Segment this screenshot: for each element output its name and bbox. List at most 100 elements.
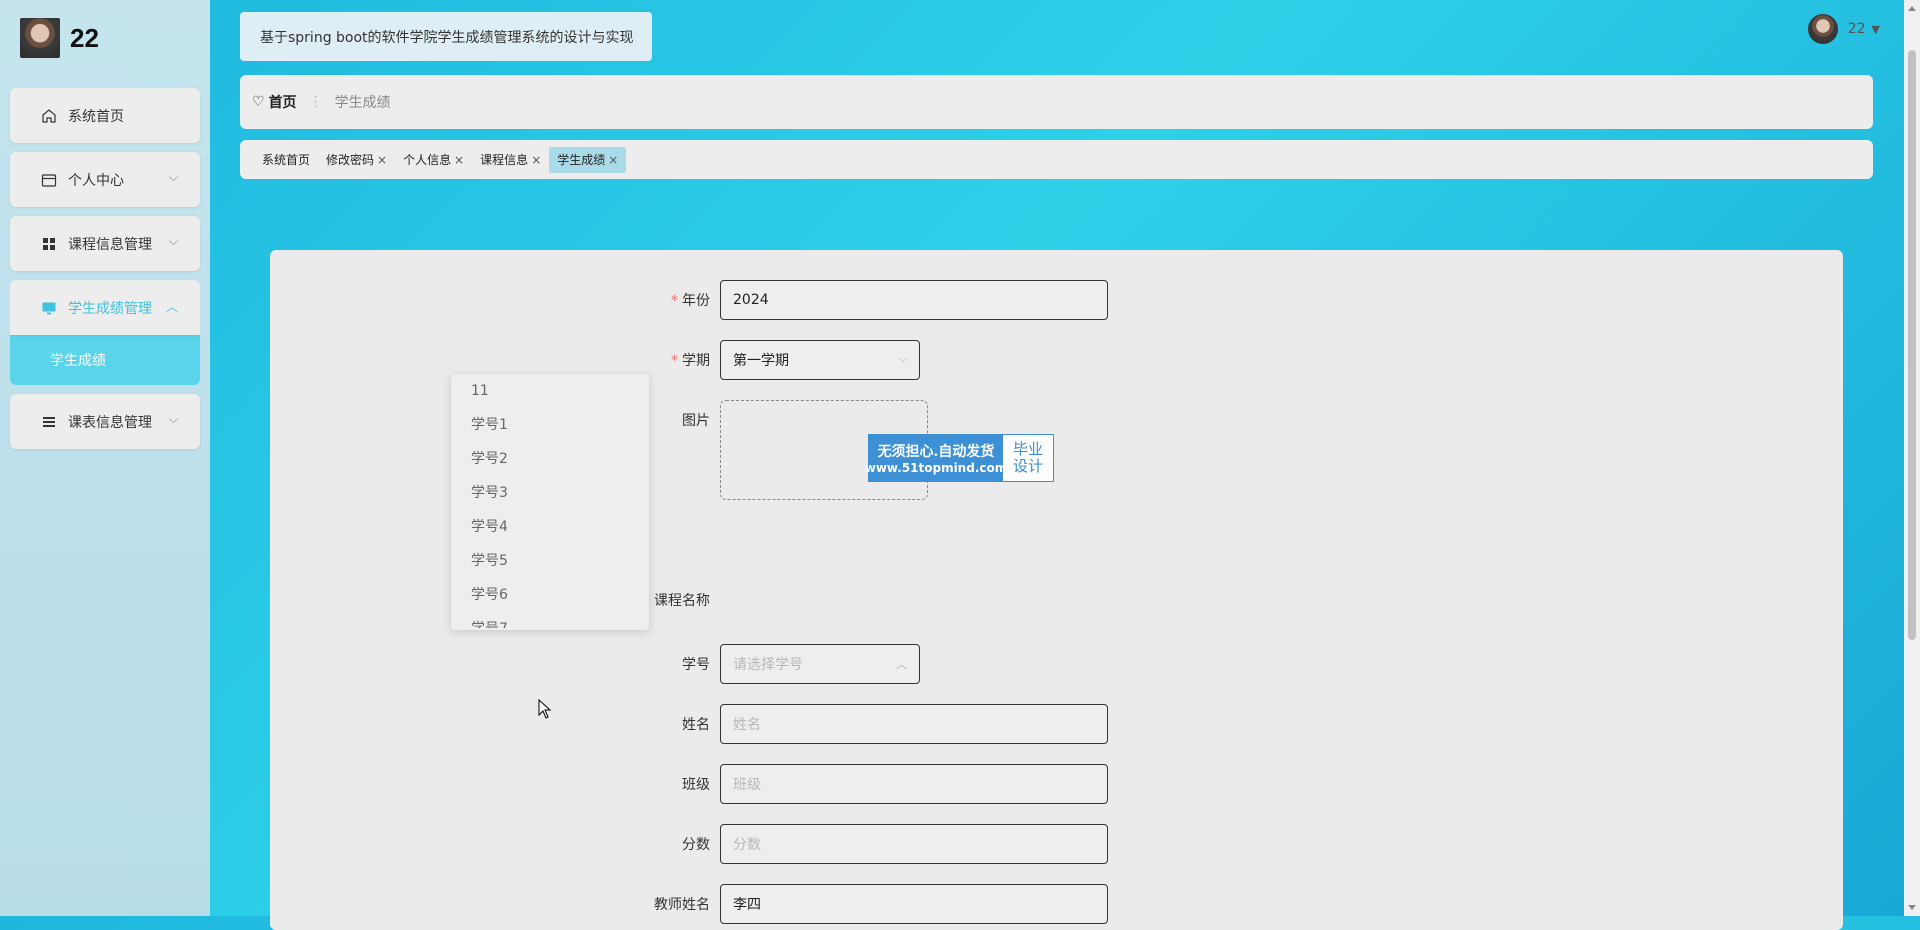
- breadcrumb: ♡ 首页 ⋮ 学生成绩: [240, 75, 1873, 129]
- form-row-student-no: 学号 请选择学号 ︿: [270, 644, 1170, 684]
- dropdown-option[interactable]: 学号1: [451, 408, 649, 442]
- form-row-name: 姓名 姓名: [270, 704, 1170, 744]
- close-icon[interactable]: ×: [531, 153, 541, 167]
- brand: 22: [20, 18, 99, 58]
- tag-personal-info[interactable]: 个人信息 ×: [395, 147, 472, 173]
- page-scrollbar[interactable]: [1904, 0, 1920, 916]
- chevron-down-icon: ⌵: [168, 170, 178, 184]
- required-mark: *: [671, 353, 678, 369]
- watermark-right2: 设计: [1012, 457, 1043, 475]
- student-no-placeholder: 请选择学号: [733, 657, 803, 673]
- heart-icon: ♡: [252, 94, 265, 110]
- tag-label: 系统首页: [262, 153, 311, 167]
- sidebar: 22 系统首页 个人中心 ⌵ 课程信息管理 ⌵ 学生成绩管理 ︿ 学生成绩 课表…: [0, 0, 210, 916]
- required-mark: *: [671, 293, 678, 309]
- tag-label: 学生成绩: [557, 153, 606, 167]
- sidebar-item-label: 课程信息管理: [68, 236, 152, 253]
- sidebar-item-schedule-info[interactable]: 课表信息管理 ⌵: [10, 394, 200, 449]
- system-title: 基于spring boot的软件学院学生成绩管理系统的设计与实现: [240, 12, 652, 61]
- name-input[interactable]: 姓名: [720, 704, 1108, 744]
- username-label: 22: [70, 22, 99, 53]
- watermark-right: 毕业 设计: [1003, 435, 1053, 481]
- sidebar-subitem-label: 学生成绩: [50, 353, 106, 369]
- tag-student-score[interactable]: 学生成绩 ×: [549, 146, 627, 173]
- close-icon[interactable]: ×: [454, 153, 464, 167]
- dropdown-option[interactable]: 学号4: [451, 510, 649, 544]
- tag-label: 课程信息: [480, 153, 529, 167]
- grid-icon: [40, 235, 58, 253]
- student-no-label: 学号: [682, 657, 710, 673]
- form-row-teacher: 教师姓名 李四: [270, 884, 1170, 924]
- scroll-up-arrow[interactable]: [1908, 6, 1916, 11]
- term-value: 第一学期: [733, 353, 789, 369]
- tag-change-password[interactable]: 修改密码 ×: [318, 147, 395, 173]
- tag-course-info[interactable]: 课程信息 ×: [472, 147, 549, 173]
- teacher-value: 李四: [733, 897, 761, 913]
- dropdown-option[interactable]: 学号5: [451, 544, 649, 578]
- sidebar-group-score: 学生成绩管理 ︿ 学生成绩: [10, 280, 200, 385]
- dropdown-option[interactable]: 学号3: [451, 476, 649, 510]
- watermark-line1: 无须担心.自动发货: [877, 444, 995, 460]
- dropdown-option[interactable]: 学号6: [451, 578, 649, 612]
- score-label: 分数: [682, 837, 710, 853]
- sidebar-subitem-student-score[interactable]: 学生成绩: [10, 335, 200, 385]
- name-placeholder: 姓名: [733, 717, 761, 733]
- breadcrumb-separator: ⋮: [308, 94, 323, 110]
- system-title-text: 基于spring boot的软件学院学生成绩管理系统的设计与实现: [260, 29, 634, 46]
- chevron-up-icon: ︿: [896, 658, 907, 671]
- year-label: * 年份: [671, 293, 710, 309]
- sidebar-menu: 系统首页 个人中心 ⌵ 课程信息管理 ⌵ 学生成绩管理 ︿ 学生成绩 课表信息管…: [10, 88, 200, 458]
- year-input[interactable]: 2024: [720, 280, 1108, 320]
- form-row-term: * 学期 第一学期 ⌵: [270, 340, 1170, 380]
- term-label: * 学期: [671, 353, 710, 369]
- dropdown-option[interactable]: 学号7: [451, 612, 649, 628]
- user-menu[interactable]: 22 ▼: [1807, 14, 1880, 44]
- dropdown-option[interactable]: 11: [451, 374, 649, 408]
- mouse-cursor-icon: [538, 699, 552, 719]
- class-input[interactable]: 班级: [720, 764, 1108, 804]
- monitor-icon: [40, 299, 58, 317]
- close-icon[interactable]: ×: [377, 153, 387, 167]
- home-icon: [40, 107, 58, 125]
- student-no-select[interactable]: 请选择学号 ︿: [720, 644, 920, 684]
- watermark-left: 无须担心.自动发货 www.51topmind.com: [865, 435, 1007, 481]
- sidebar-item-home[interactable]: 系统首页: [10, 88, 200, 143]
- breadcrumb-current: 学生成绩: [334, 95, 391, 111]
- breadcrumb-home-label: 首页: [268, 95, 297, 111]
- sidebar-item-label: 个人中心: [68, 172, 124, 189]
- chevron-down-icon: ⌵: [168, 234, 178, 248]
- sidebar-item-personal-center[interactable]: 个人中心 ⌵: [10, 152, 200, 207]
- teacher-label: 教师姓名: [654, 897, 710, 913]
- chevron-down-icon: ⌵: [898, 352, 907, 365]
- student-no-dropdown: 11 学号1 学号2 学号3 学号4 学号5 学号6 学号7: [451, 374, 649, 630]
- list-icon: [40, 413, 58, 431]
- class-label: 班级: [682, 777, 710, 793]
- avatar: [1807, 14, 1838, 44]
- tag-label: 修改密码: [326, 153, 375, 167]
- class-placeholder: 班级: [733, 777, 761, 793]
- chevron-up-icon: ︿: [165, 300, 178, 314]
- form-row-score: 分数 分数: [270, 824, 1170, 864]
- caret-down-icon: ▼: [1871, 22, 1880, 36]
- score-input[interactable]: 分数: [720, 824, 1108, 864]
- scroll-thumb[interactable]: [1908, 50, 1916, 640]
- sidebar-item-course-info[interactable]: 课程信息管理 ⌵: [10, 216, 200, 271]
- tag-label: 个人信息: [403, 153, 452, 167]
- form-row-year: * 年份 2024: [270, 280, 1170, 320]
- score-placeholder: 分数: [733, 837, 761, 853]
- tags-bar: 系统首页 修改密码 × 个人信息 × 课程信息 × 学生成绩 ×: [240, 140, 1873, 179]
- form-row-course: *课程名称: [270, 580, 1170, 620]
- breadcrumb-home[interactable]: ♡ 首页: [252, 92, 297, 112]
- chevron-down-icon: ⌵: [168, 412, 178, 426]
- scroll-down-arrow[interactable]: [1908, 905, 1916, 910]
- tag-home[interactable]: 系统首页: [254, 147, 318, 173]
- avatar[interactable]: [20, 18, 60, 58]
- name-label: 姓名: [682, 717, 710, 733]
- watermark-logo: 无须担心.自动发货 www.51topmind.com 毕业 设计: [865, 434, 1054, 482]
- dropdown-option[interactable]: 学号2: [451, 442, 649, 476]
- term-select[interactable]: 第一学期 ⌵: [720, 340, 920, 380]
- sidebar-item-score-management[interactable]: 学生成绩管理 ︿: [10, 280, 200, 335]
- close-icon[interactable]: ×: [608, 153, 618, 167]
- teacher-input[interactable]: 李四: [720, 884, 1108, 924]
- form-row-class: 班级 班级: [270, 764, 1170, 804]
